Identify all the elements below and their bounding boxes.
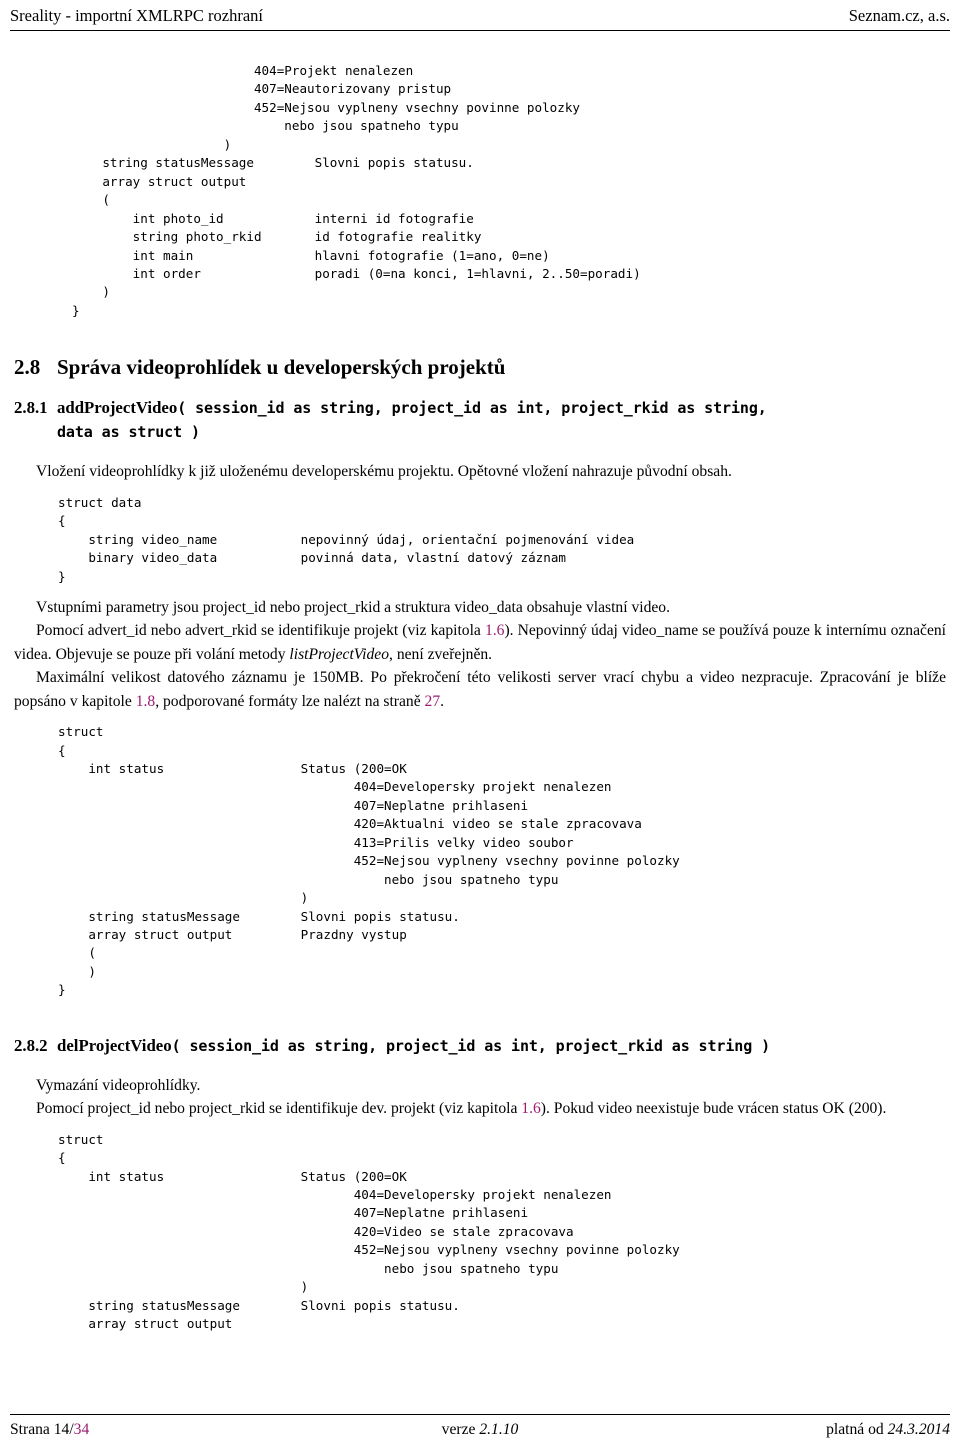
method-signature-line-1: ( session_id as string, project_id as in… bbox=[171, 1036, 771, 1055]
section-heading-2-8: 2.8 Správa videoprohlídek u developerský… bbox=[14, 354, 946, 380]
document-page: Sreality - importní XMLRPC rozhraní Sezn… bbox=[0, 0, 960, 1451]
header-document-title: Sreality - importní XMLRPC rozhraní bbox=[10, 6, 263, 25]
chapter-reference-link[interactable]: 1.8 bbox=[136, 693, 156, 710]
code-block-addprojectvideo-result: struct { int status Status (200=OK 404=D… bbox=[58, 724, 680, 998]
code-block-struct-data: struct data { string video_name nepovinn… bbox=[58, 494, 635, 584]
method-name: delProjectVideo bbox=[57, 1035, 172, 1055]
footer-version-label: verze bbox=[441, 1421, 480, 1438]
paragraph-input-parameters: Vstupními parametry jsou project_id nebo… bbox=[36, 599, 670, 617]
subsection-heading-2-8-1: 2.8.1 addProjectVideo( session_id as str… bbox=[14, 396, 946, 444]
para-text-a: Pomocí advert_id nebo advert_rkid se ide… bbox=[36, 622, 485, 640]
footer-valid-value: 24.3.2014 bbox=[887, 1421, 950, 1438]
para-text-a: Pomocí project_id nebo project_rkid se i… bbox=[36, 1100, 522, 1118]
page-footer: Strana 14/34 verze 2.1.10 platná od 24.3… bbox=[10, 1419, 950, 1443]
footer-version: verze 2.1.10 bbox=[10, 1419, 950, 1441]
running-header: Sreality - importní XMLRPC rozhraní Sezn… bbox=[10, 6, 950, 32]
chapter-reference-link[interactable]: 1.6 bbox=[485, 622, 505, 639]
page-reference-link[interactable]: 27 bbox=[425, 693, 441, 710]
header-divider bbox=[10, 30, 950, 31]
method-name: addProjectVideo bbox=[57, 398, 178, 418]
subsection-title: addProjectVideo( session_id as string, p… bbox=[57, 396, 946, 444]
subsection-number: 2.8.1 bbox=[14, 398, 48, 418]
para-text-c: . bbox=[440, 692, 445, 710]
code-block-photo-output: 404=Projekt nenalezen 407=Neautorizovany… bbox=[72, 63, 641, 318]
page-content: 404=Projekt nenalezen 407=Neautorizovany… bbox=[14, 62, 946, 1334]
paragraph-max-size: Maximální velikost datového záznamu je 1… bbox=[14, 666, 946, 713]
subsection-heading-2-8-2: 2.8.2 delProjectVideo( session_id as str… bbox=[14, 1034, 946, 1058]
code-block-delprojectvideo-result: struct { int status Status (200=OK 404=D… bbox=[58, 1131, 680, 1332]
footer-valid-label: platná od bbox=[826, 1421, 888, 1438]
para-text-b: , podporované formáty lze nalézt na stra… bbox=[155, 692, 425, 710]
paragraph-intro-addprojectvideo: Vložení videoprohlídky k již uloženému d… bbox=[36, 463, 732, 481]
paragraph-intro-delprojectvideo: Vymazání videoprohlídky. bbox=[36, 1076, 201, 1094]
paragraph-advert-identification: Pomocí advert_id nebo advert_rkid se ide… bbox=[14, 619, 946, 666]
method-signature-line-1: ( session_id as string, project_id as in… bbox=[177, 399, 767, 418]
footer-validity: platná od 24.3.2014 bbox=[826, 1419, 950, 1441]
footer-divider bbox=[10, 1414, 950, 1415]
section-title: Správa videoprohlídek u developerských p… bbox=[57, 355, 506, 380]
footer-version-value: 2.1.10 bbox=[479, 1421, 519, 1438]
para-text-b: ). Pokud video neexistuje bude vrácen st… bbox=[540, 1100, 887, 1118]
subsection-number: 2.8.2 bbox=[14, 1035, 48, 1055]
chapter-reference-link[interactable]: 1.6 bbox=[521, 1100, 541, 1117]
method-signature-line-2: data as struct ) bbox=[57, 423, 200, 442]
paragraph-project-identification: Pomocí project_id nebo project_rkid se i… bbox=[14, 1097, 946, 1120]
section-number: 2.8 bbox=[14, 355, 41, 380]
method-name-italic: listProjectVideo bbox=[289, 645, 390, 663]
subsection-title: delProjectVideo( session_id as string, p… bbox=[57, 1034, 946, 1058]
header-company-name: Seznam.cz, a.s. bbox=[848, 6, 950, 25]
para-text-c: , není zveřejněn. bbox=[389, 645, 493, 663]
